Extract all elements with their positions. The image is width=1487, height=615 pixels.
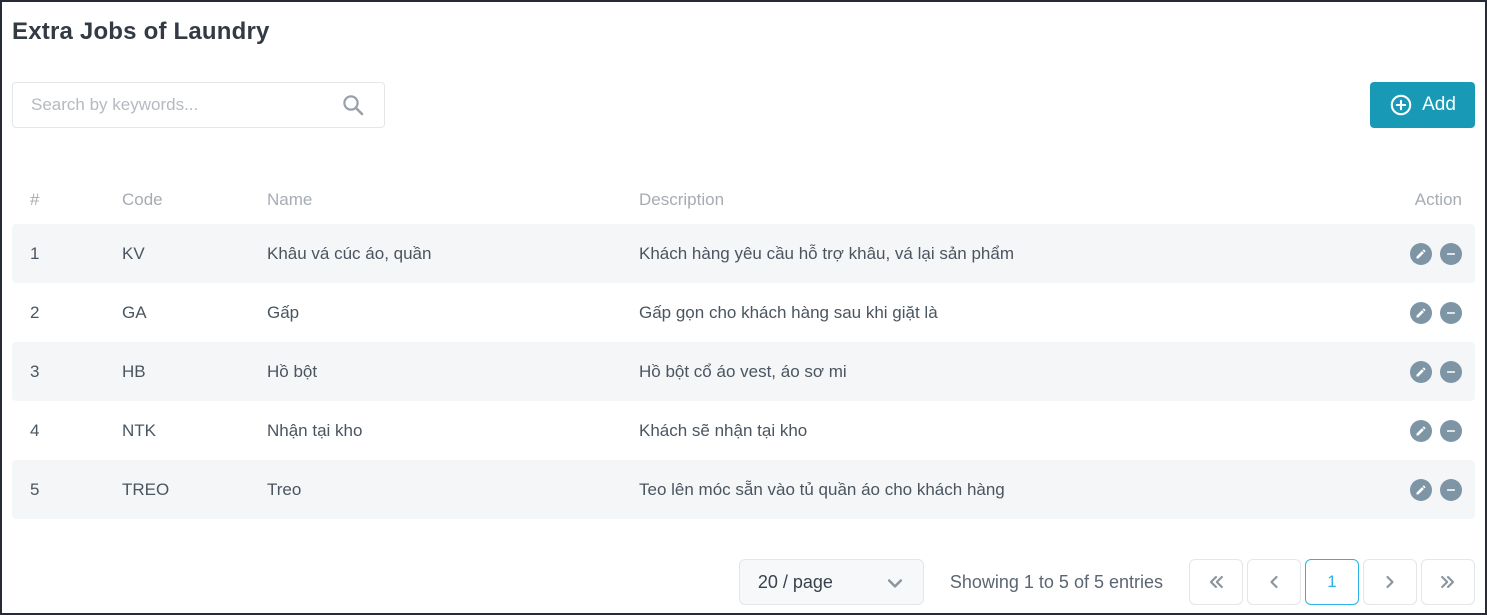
last-page-button[interactable] bbox=[1421, 559, 1475, 605]
chevron-down-icon bbox=[885, 573, 905, 593]
table-header-row: # Code Name Description Action bbox=[12, 176, 1475, 224]
pencil-icon bbox=[1415, 366, 1427, 378]
minus-icon bbox=[1445, 248, 1457, 260]
cell-action bbox=[1383, 361, 1475, 383]
cell-index: 2 bbox=[12, 303, 122, 323]
column-header-name: Name bbox=[267, 190, 639, 210]
cell-index: 5 bbox=[12, 480, 122, 500]
cell-action bbox=[1383, 479, 1475, 501]
cell-index: 1 bbox=[12, 244, 122, 264]
plus-circle-icon bbox=[1389, 93, 1413, 117]
extra-jobs-table: # Code Name Description Action 1 KV Khâu… bbox=[12, 176, 1475, 519]
table-row: 3 HB Hồ bột Hồ bột cổ áo vest, áo sơ mi bbox=[12, 342, 1475, 401]
cell-name: Hồ bột bbox=[267, 362, 639, 382]
table-row: 4 NTK Nhận tại kho Khách sẽ nhận tại kho bbox=[12, 401, 1475, 460]
cell-code: HB bbox=[122, 362, 267, 382]
add-button-label: Add bbox=[1422, 94, 1456, 116]
toolbar: Add bbox=[12, 82, 1475, 128]
remove-button[interactable] bbox=[1440, 243, 1462, 265]
pagination: 1 bbox=[1189, 559, 1475, 605]
chevron-left-icon bbox=[1264, 572, 1284, 592]
cell-action bbox=[1383, 420, 1475, 442]
edit-button[interactable] bbox=[1410, 243, 1432, 265]
column-header-code: Code bbox=[122, 190, 267, 210]
edit-button[interactable] bbox=[1410, 302, 1432, 324]
cell-code: TREO bbox=[122, 480, 267, 500]
cell-description: Khách hàng yêu cầu hỗ trợ khâu, vá lại s… bbox=[639, 244, 1383, 264]
minus-icon bbox=[1445, 484, 1457, 496]
chevron-right-icon bbox=[1380, 572, 1400, 592]
edit-button[interactable] bbox=[1410, 420, 1432, 442]
cell-description: Hồ bột cổ áo vest, áo sơ mi bbox=[639, 362, 1383, 382]
table-row: 1 KV Khâu vá cúc áo, quần Khách hàng yêu… bbox=[12, 224, 1475, 283]
column-header-action: Action bbox=[1383, 190, 1475, 210]
cell-code: GA bbox=[122, 303, 267, 323]
remove-button[interactable] bbox=[1440, 302, 1462, 324]
remove-button[interactable] bbox=[1440, 420, 1462, 442]
table-row: 2 GA Gấp Gấp gọn cho khách hàng sau khi … bbox=[12, 283, 1475, 342]
next-page-button[interactable] bbox=[1363, 559, 1417, 605]
search-icon[interactable] bbox=[341, 93, 365, 117]
search-box bbox=[12, 82, 385, 128]
cell-code: NTK bbox=[122, 421, 267, 441]
cell-code: KV bbox=[122, 244, 267, 264]
entries-summary: Showing 1 to 5 of 5 entries bbox=[950, 572, 1163, 593]
cell-action bbox=[1383, 302, 1475, 324]
cell-index: 3 bbox=[12, 362, 122, 382]
double-chevron-left-icon bbox=[1206, 572, 1226, 592]
minus-icon bbox=[1445, 425, 1457, 437]
cell-name: Nhận tại kho bbox=[267, 421, 639, 441]
extra-jobs-page: Extra Jobs of Laundry Add # Code Name De… bbox=[0, 0, 1487, 615]
cell-description: Gấp gọn cho khách hàng sau khi giặt là bbox=[639, 303, 1383, 323]
pencil-icon bbox=[1415, 248, 1427, 260]
table-footer: 20 / page Showing 1 to 5 of 5 entries 1 bbox=[12, 559, 1475, 605]
column-header-index: # bbox=[12, 190, 122, 210]
cell-name: Gấp bbox=[267, 303, 639, 323]
remove-button[interactable] bbox=[1440, 479, 1462, 501]
cell-index: 4 bbox=[12, 421, 122, 441]
add-button[interactable]: Add bbox=[1370, 82, 1475, 128]
table-row: 5 TREO Treo Teo lên móc sẵn vào tủ quần … bbox=[12, 460, 1475, 519]
cell-name: Khâu vá cúc áo, quần bbox=[267, 244, 639, 264]
page-size-select[interactable]: 20 / page bbox=[739, 559, 924, 605]
minus-icon bbox=[1445, 366, 1457, 378]
previous-page-button[interactable] bbox=[1247, 559, 1301, 605]
edit-button[interactable] bbox=[1410, 361, 1432, 383]
cell-description: Khách sẽ nhận tại kho bbox=[639, 421, 1383, 441]
page-size-value: 20 / page bbox=[758, 572, 833, 593]
page-1-button[interactable]: 1 bbox=[1305, 559, 1359, 605]
double-chevron-right-icon bbox=[1438, 572, 1458, 592]
minus-icon bbox=[1445, 307, 1457, 319]
remove-button[interactable] bbox=[1440, 361, 1462, 383]
column-header-description: Description bbox=[639, 190, 1383, 210]
first-page-button[interactable] bbox=[1189, 559, 1243, 605]
pencil-icon bbox=[1415, 307, 1427, 319]
edit-button[interactable] bbox=[1410, 479, 1432, 501]
pencil-icon bbox=[1415, 484, 1427, 496]
page-title: Extra Jobs of Laundry bbox=[12, 18, 1475, 46]
pencil-icon bbox=[1415, 425, 1427, 437]
cell-action bbox=[1383, 243, 1475, 265]
cell-description: Teo lên móc sẵn vào tủ quần áo cho khách… bbox=[639, 480, 1383, 500]
cell-name: Treo bbox=[267, 480, 639, 500]
search-input[interactable] bbox=[12, 82, 385, 128]
